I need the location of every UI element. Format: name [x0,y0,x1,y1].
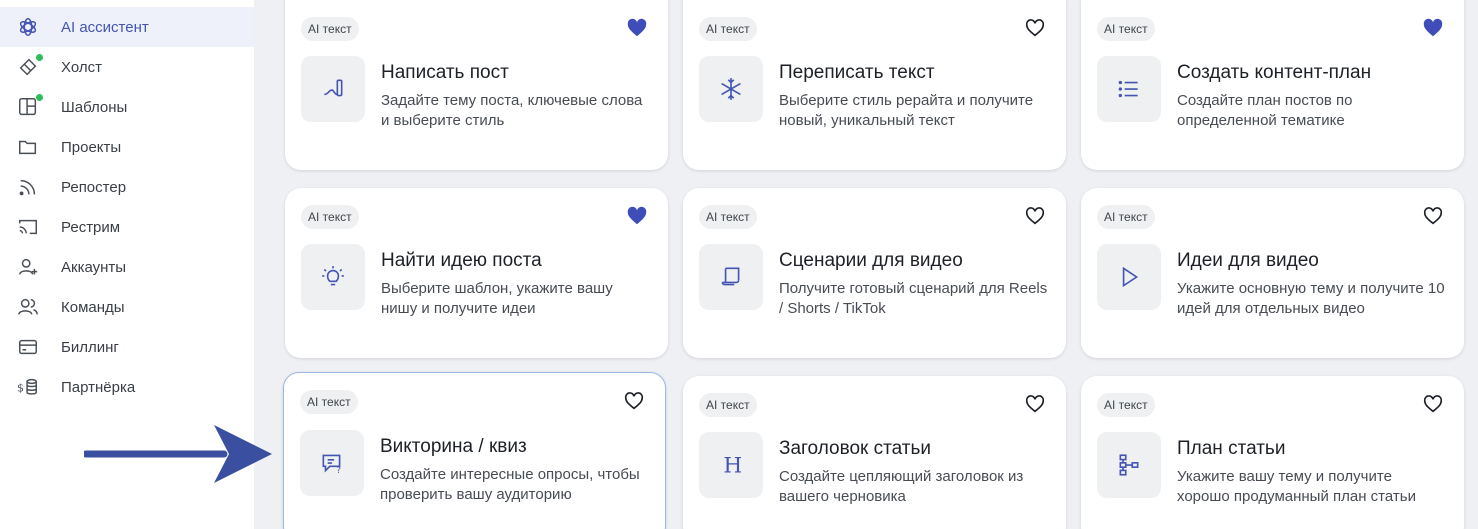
card-video-ideas[interactable]: AI текст Идеи для видео Укажите основную… [1081,188,1464,358]
card-description: Выберите шаблон, укажите вашу нишу и пол… [381,280,613,317]
ai-text-badge: AI текст [699,17,757,41]
ai-text-badge: AI текст [699,393,757,417]
card-quiz[interactable]: AI текст ? Викторина / квиз Создайте инт… [283,372,666,529]
card-title: Идеи для видео [1177,250,1319,271]
svg-text:$: $ [17,382,24,395]
ai-text-badge: AI текст [300,390,358,414]
sidebar-item-billing[interactable]: Биллинг [0,327,254,367]
card-description: Создайте интересные опросы, чтобы провер… [380,466,640,503]
heart-filled-icon[interactable] [626,17,648,39]
heart-outline-icon[interactable] [623,390,645,412]
sidebar-item-reposter[interactable]: Репостер [0,167,254,207]
online-dot [36,54,43,61]
heart-outline-icon[interactable] [1422,393,1444,415]
card-content-plan[interactable]: AI текст Создать контент-план Создайте п… [1081,0,1464,170]
card-description: Укажите основную тему и получите 10 идей… [1177,280,1445,317]
card-description: Задайте тему поста, ключевые слова и выб… [381,92,643,129]
card-rewrite-text[interactable]: AI текст Переписать текст Выберите стиль… [683,0,1066,170]
rss-icon [17,176,41,198]
heart-outline-icon[interactable] [1024,393,1046,415]
online-dot [36,94,43,101]
card-title: Написать пост [381,62,509,83]
card-article-headline[interactable]: AI текст H Заголовок статьи Создайте цеп… [683,376,1066,529]
card-description: Создайте план постов по определенной тем… [1177,92,1353,129]
card-description: Получите готовый сценарий для Reels / Sh… [779,280,1048,317]
ai-text-badge: AI текст [1097,205,1155,229]
openai-icon [17,16,41,38]
sidebar-item-label: Партнёрка [61,378,136,396]
card-find-post-idea[interactable]: AI текст Найти идею поста Выберите шабло… [285,188,668,358]
sidebar-item-accounts[interactable]: Аккаунты [0,247,254,287]
card-title: Переписать текст [779,62,935,83]
card-description: Укажите вашу тему и получите хорошо прод… [1177,468,1416,505]
ai-text-badge: AI текст [301,205,359,229]
heart-outline-icon[interactable] [1024,17,1046,39]
heart-outline-icon[interactable] [1422,205,1444,227]
heading-icon: H [699,432,763,498]
heart-filled-icon[interactable] [626,205,648,227]
sidebar-item-projects[interactable]: Проекты [0,127,254,167]
ai-text-badge: AI текст [1097,17,1155,41]
sidebar-item-label: Аккаунты [61,258,127,276]
sidebar-item-ai-assistant[interactable]: AI ассистент [0,7,254,47]
snowflake-icon [699,56,763,122]
canvas-icon [17,54,43,78]
card-article-plan[interactable]: AI текст План статьи Укажите вашу тему и… [1081,376,1464,529]
sidebar-item-label: Команды [61,298,125,316]
svg-text:H: H [723,454,742,478]
dollar-coins-icon: $ [17,376,41,398]
credit-card-icon [17,336,41,358]
scroll-icon [699,244,763,310]
sidebar-item-restream[interactable]: Рестрим [0,207,254,247]
ai-text-badge: AI текст [699,205,757,229]
sidebar-item-templates[interactable]: Шаблоны [0,87,254,127]
heart-outline-icon[interactable] [1024,205,1046,227]
quiz-message-icon: ? [300,430,364,496]
pointer-arrow [84,425,272,483]
sidebar-item-partner[interactable]: $ Партнёрка [0,367,254,407]
lightbulb-icon [301,244,365,310]
svg-text:?: ? [336,466,341,476]
pen-icon [301,56,365,122]
card-write-post[interactable]: AI текст Написать пост Задайте тему пост… [285,0,668,170]
card-title: Найти идею поста [381,250,542,271]
card-title: Викторина / квиз [380,436,527,457]
hierarchy-icon [1097,432,1161,498]
heart-filled-icon[interactable] [1422,17,1444,39]
card-description: Создайте цепляющий заголовок из вашего ч… [779,468,1024,505]
main-content: AI текст Написать пост Задайте тему пост… [254,0,1478,529]
sidebar-item-label: Рестрим [61,218,121,236]
ai-text-badge: AI текст [1097,393,1155,417]
play-icon [1097,244,1161,310]
folder-icon [17,136,41,158]
cast-icon [17,216,41,238]
card-title: Заголовок статьи [779,438,931,459]
card-title: План статьи [1177,438,1286,459]
card-title: Создать контент-план [1177,62,1372,83]
sidebar-item-label: Биллинг [61,338,119,356]
sidebar-item-canvas[interactable]: Холст [0,47,254,87]
sidebar-item-label: Репостер [61,178,127,196]
card-video-scripts[interactable]: AI текст Сценарии для видео Получите гот… [683,188,1066,358]
sidebar-item-label: Холст [61,58,102,76]
sidebar-item-label: AI ассистент [61,18,149,36]
sidebar-item-label: Шаблоны [61,98,128,116]
templates-icon [17,94,43,118]
list-icon [1097,56,1161,122]
card-description: Выберите стиль рерайта и получите новый,… [779,92,1034,129]
card-title: Сценарии для видео [779,250,963,271]
sidebar-item-label: Проекты [61,138,122,156]
sidebar-item-teams[interactable]: Команды [0,287,254,327]
ai-text-badge: AI текст [301,17,359,41]
users-icon [17,296,41,318]
user-plus-icon [17,256,41,278]
